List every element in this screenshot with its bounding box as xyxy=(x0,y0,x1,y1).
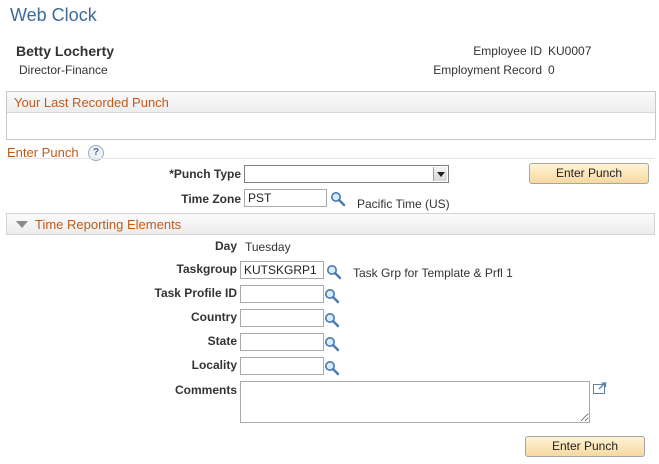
last-punch-section: Your Last Recorded Punch xyxy=(6,91,656,140)
lookup-icon[interactable] xyxy=(326,264,342,280)
day-value: Tuesday xyxy=(245,240,291,254)
locality-label: Locality xyxy=(191,358,237,372)
state-input[interactable] xyxy=(240,333,324,351)
time-reporting-elements-title: Time Reporting Elements xyxy=(35,217,182,232)
time-zone-description: Pacific Time (US) xyxy=(357,197,450,211)
time-reporting-elements-header[interactable]: Time Reporting Elements xyxy=(6,213,655,235)
employee-id-label: Employee ID xyxy=(473,44,542,58)
enter-punch-button-bottom[interactable]: Enter Punch xyxy=(525,436,645,457)
state-label: State xyxy=(207,334,237,348)
time-zone-input[interactable] xyxy=(244,189,327,207)
time-zone-label: Time Zone xyxy=(181,192,241,206)
punch-type-select[interactable] xyxy=(244,165,449,183)
taskgroup-description: Task Grp for Template & Prfl 1 xyxy=(353,266,513,280)
collapse-triangle-icon[interactable] xyxy=(16,221,28,228)
employee-id-value: KU0007 xyxy=(548,44,592,58)
lookup-icon[interactable] xyxy=(324,360,340,376)
day-label: Day xyxy=(214,239,237,253)
comments-textarea[interactable] xyxy=(240,381,590,423)
locality-input[interactable] xyxy=(240,357,324,375)
employment-record-value: 0 xyxy=(548,63,555,77)
taskgroup-input[interactable] xyxy=(240,261,324,279)
task-profile-id-label: Task Profile ID xyxy=(154,286,237,300)
taskgroup-label: Taskgroup xyxy=(176,262,237,276)
page-title: Web Clock xyxy=(10,5,97,25)
lookup-icon[interactable] xyxy=(324,288,340,304)
employee-name: Betty Locherty xyxy=(16,43,115,59)
punch-type-label: *Punch Type xyxy=(169,167,241,181)
chevron-down-icon[interactable] xyxy=(433,167,447,181)
comments-label: Comments xyxy=(174,383,237,397)
lookup-icon[interactable] xyxy=(330,191,346,207)
country-input[interactable] xyxy=(240,309,324,327)
employment-record-label: Employment Record xyxy=(433,63,542,77)
employee-job-title: Director-Finance xyxy=(19,63,108,77)
expand-textarea-icon[interactable] xyxy=(593,382,607,394)
lookup-icon[interactable] xyxy=(324,312,340,328)
lookup-icon[interactable] xyxy=(324,336,340,352)
enter-punch-button-top[interactable]: Enter Punch xyxy=(529,163,649,184)
country-label: Country xyxy=(191,310,237,324)
task-profile-id-input[interactable] xyxy=(240,285,324,303)
last-punch-title: Your Last Recorded Punch xyxy=(14,95,169,110)
last-punch-header: Your Last Recorded Punch xyxy=(7,92,655,113)
section-divider xyxy=(6,158,655,159)
